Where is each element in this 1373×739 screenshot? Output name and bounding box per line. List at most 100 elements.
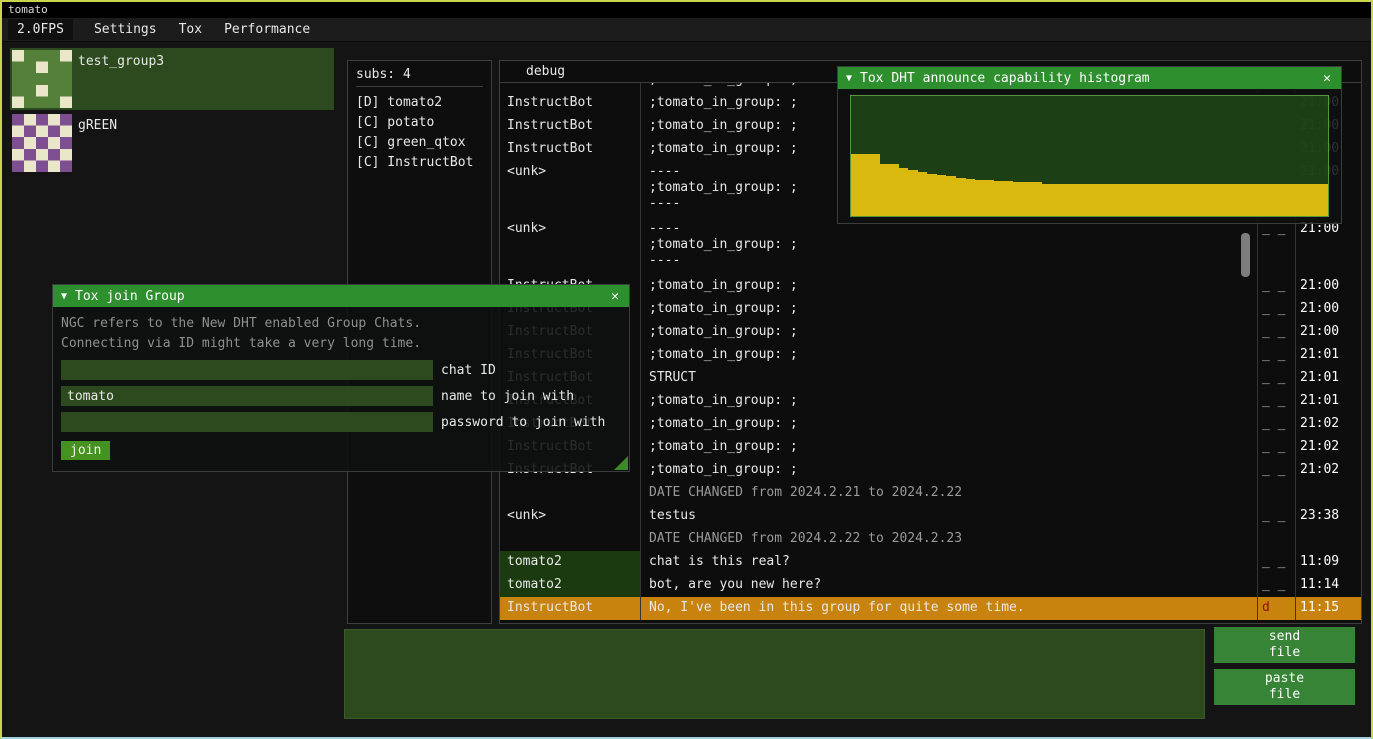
group-item-gREEN[interactable]: gREEN [10,112,334,174]
histogram-bar [1147,184,1157,216]
chat-text: DATE CHANGED from 2024.2.22 to 2024.2.23 [640,528,1257,551]
histogram-bar [1204,184,1214,216]
chat-time: 11:14 [1295,574,1361,597]
chat-text: DATE CHANGED from 2024.2.21 to 2024.2.22 [640,482,1257,505]
join-password-row: password to join with [61,412,621,432]
window-title: tomato [8,3,48,16]
members-separator [356,86,483,87]
menu-item-performance[interactable]: Performance [213,19,321,40]
histogram-bar [899,168,909,216]
member-item-green_qtox[interactable]: [C] green_qtox [356,133,483,153]
chat-message-row[interactable]: tomato2chat is this real?_ _11:09 [500,551,1361,574]
histogram-bar [1262,184,1272,216]
chat-message-row[interactable]: <unk>---- ;tomato_in_group: ; ----_ _21:… [500,218,1361,275]
histogram-bar [1319,184,1329,216]
chat-text: ;tomato_in_group: ; [640,275,1257,298]
menu-bar: 2.0FPS Settings Tox Performance [2,18,1371,42]
histogram-bar [918,172,928,216]
chat-sender: <unk> [500,505,640,528]
group-name: gREEN [78,112,117,174]
chat-flags: _ _ [1257,505,1295,528]
chat-sender: <unk> [500,218,640,275]
histogram-bar [1195,184,1205,216]
chat-flags: _ _ [1257,574,1295,597]
histogram-bar [1309,184,1319,216]
histogram-bar [946,176,956,216]
dht-histogram-title: Tox DHT announce capability histogram [860,71,1150,86]
chat-sender: InstructBot [500,92,640,115]
chat-sender: InstructBot [500,115,640,138]
fps-counter: 2.0FPS [8,19,73,40]
dht-histogram-titlebar[interactable]: ▼ Tox DHT announce capability histogram … [838,67,1341,89]
histogram-bar [1042,184,1052,216]
histogram-bar [870,154,880,216]
tab-debug[interactable]: debug [516,62,575,81]
histogram-bar [851,154,861,216]
group-item-test_group3[interactable]: test_group3 [10,48,334,110]
histogram-bar [889,164,899,216]
chat-time: 21:00 [1295,218,1361,275]
chat-sender [500,528,640,551]
member-item-potato[interactable]: [C] potato [356,113,483,133]
chat-flags: _ _ [1257,551,1295,574]
chat-text: ---- ;tomato_in_group: ; ---- [640,218,1257,275]
chat-scrollbar-thumb[interactable] [1241,233,1250,277]
menu-item-tox[interactable]: Tox [168,19,213,40]
chat-flags [1257,528,1295,551]
join-group-title: Tox join Group [75,289,185,304]
join-password-input[interactable] [61,412,433,432]
join-group-body: NGC refers to the New DHT enabled Group … [53,307,629,467]
join-info-line2: Connecting via ID might take a very long… [61,334,621,354]
composer-input[interactable] [344,629,1205,719]
app-window: tomato 2.0FPS Settings Tox Performance t… [0,0,1373,739]
histogram-bar [1271,184,1281,216]
chat-id-row: chat ID [61,360,621,380]
chat-time [1295,528,1361,551]
members-header: subs: 4 [356,67,483,82]
chat-sender: tomato2 [500,551,640,574]
histogram-bar [1185,184,1195,216]
chat-flags: _ _ [1257,413,1295,436]
chat-sender: InstructBot [500,597,640,620]
histogram-bar [956,178,966,216]
chat-message-row[interactable]: InstructBotNo, I've been in this group f… [500,597,1361,620]
histogram-bar [1252,184,1262,216]
close-icon[interactable]: ✕ [609,289,621,304]
join-name-input[interactable] [61,386,433,406]
chat-message-row[interactable]: <unk>testus_ _23:38 [500,505,1361,528]
histogram-bar [1051,184,1061,216]
histogram-bar [1166,184,1176,216]
group-name: test_group3 [78,48,164,110]
chat-id-input[interactable] [61,360,433,380]
resize-grip[interactable] [614,456,628,470]
histogram-bar [966,179,976,216]
chat-sender: InstructBot [500,138,640,161]
collapse-icon[interactable]: ▼ [61,291,67,302]
chat-time: 11:09 [1295,551,1361,574]
chat-text: No, I've been in this group for quite so… [640,597,1257,620]
chat-text: ;tomato_in_group: ; [640,390,1257,413]
chat-system-row: DATE CHANGED from 2024.2.21 to 2024.2.22 [500,482,1361,505]
histogram-bar [908,170,918,216]
chat-flags: _ _ [1257,436,1295,459]
join-group-titlebar[interactable]: ▼ Tox join Group ✕ [53,285,629,307]
close-icon[interactable]: ✕ [1321,71,1333,86]
chat-time: 21:01 [1295,367,1361,390]
chat-time: 21:01 [1295,390,1361,413]
histogram-bar [1214,184,1224,216]
collapse-icon[interactable]: ▼ [846,73,852,84]
join-button[interactable]: join [61,441,110,460]
histogram-bar [1157,184,1167,216]
chat-time: 21:01 [1295,344,1361,367]
chat-text: ;tomato_in_group: ; [640,298,1257,321]
paste-file-button[interactable]: paste file [1214,669,1355,705]
histogram-bar [1176,184,1186,216]
send-file-button[interactable]: send file [1214,627,1355,663]
histogram-bar [975,180,985,216]
chat-message-row[interactable]: tomato2bot, are you new here?_ _11:14 [500,574,1361,597]
menu-item-settings[interactable]: Settings [83,19,168,40]
chat-flags: _ _ [1257,218,1295,275]
member-item-tomato2[interactable]: [D] tomato2 [356,93,483,113]
chat-text: ;tomato_in_group: ; [640,459,1257,482]
member-item-instructbot[interactable]: [C] InstructBot [356,153,483,173]
